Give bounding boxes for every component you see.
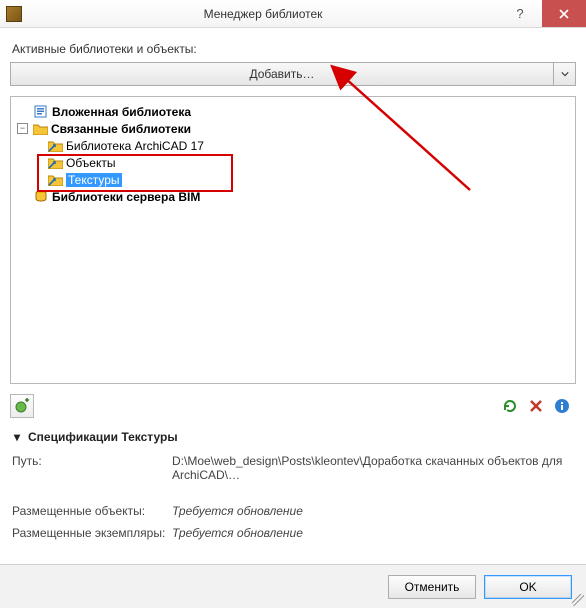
tree-item-textures[interactable]: Текстуры — [17, 171, 569, 188]
tree-label-selected: Текстуры — [66, 173, 122, 187]
info-icon — [554, 398, 570, 414]
help-button[interactable]: ? — [498, 0, 542, 27]
placed-instances-label: Размещенные экземпляры: — [12, 526, 172, 540]
window-buttons: ? — [498, 0, 586, 27]
tree-label: Библиотека ArchiCAD 17 — [66, 139, 204, 153]
app-icon — [6, 6, 22, 22]
placed-instances-value: Требуется обновление — [172, 526, 574, 540]
tree-item-objects[interactable]: Объекты — [17, 154, 569, 171]
active-libraries-label: Активные библиотеки и объекты: — [12, 42, 576, 56]
dialog-footer: Отменить OK — [0, 564, 586, 608]
add-button[interactable]: Добавить… — [10, 62, 554, 86]
collapse-toggle[interactable]: − — [17, 123, 28, 134]
cancel-button[interactable]: Отменить — [388, 575, 476, 599]
path-value: D:\Moe\web_design\Posts\kleontev\Доработ… — [172, 454, 574, 482]
add-bar: Добавить… — [10, 62, 576, 86]
delete-icon — [528, 398, 544, 414]
placed-objects-label: Размещенные объекты: — [12, 504, 172, 518]
refresh-button[interactable] — [498, 394, 522, 418]
close-button[interactable] — [542, 0, 586, 27]
placed-objects-value: Требуется обновление — [172, 504, 574, 518]
placed-objects-row: Размещенные объекты: Требуется обновлени… — [12, 504, 574, 518]
folder-link-icon — [47, 139, 63, 153]
folder-icon — [32, 122, 48, 136]
ok-button[interactable]: OK — [484, 575, 572, 599]
tree-item-embedded[interactable]: Вложенная библиотека — [17, 103, 569, 120]
server-icon — [33, 190, 49, 204]
folder-link-icon — [47, 173, 63, 187]
close-icon — [559, 9, 569, 19]
tree-item-archicad17[interactable]: Библиотека ArchiCAD 17 — [17, 137, 569, 154]
content-area: Активные библиотеки и объекты: Добавить…… — [0, 28, 586, 540]
info-button[interactable] — [550, 394, 574, 418]
tree-item-linked[interactable]: − Связанные библиотеки — [17, 120, 569, 137]
tree-toolbar — [10, 394, 576, 418]
add-dropdown[interactable] — [554, 62, 576, 86]
folder-link-icon — [47, 156, 63, 170]
tree-label: Объекты — [66, 156, 116, 170]
titlebar: Менеджер библиотек ? — [0, 0, 586, 28]
spec-title: Спецификации Текстуры — [28, 430, 178, 444]
tree-label: Связанные библиотеки — [51, 122, 191, 136]
path-label: Путь: — [12, 454, 172, 482]
add-library-button[interactable] — [10, 394, 34, 418]
tree-item-bim[interactable]: Библиотеки сервера BIM — [17, 188, 569, 205]
chevron-down-icon: ▾ — [10, 430, 24, 444]
refresh-icon — [502, 398, 518, 414]
library-tree[interactable]: Вложенная библиотека − Связанные библиот… — [10, 96, 576, 384]
path-row: Путь: D:\Moe\web_design\Posts\kleontev\Д… — [12, 454, 574, 482]
window-title: Менеджер библиотек — [28, 7, 498, 21]
tree-label: Вложенная библиотека — [52, 105, 191, 119]
spec-details: Путь: D:\Moe\web_design\Posts\kleontev\Д… — [12, 454, 574, 540]
doc-icon — [33, 105, 49, 119]
resize-grip[interactable] — [572, 594, 584, 606]
spec-header[interactable]: ▾ Спецификации Текстуры — [10, 430, 576, 444]
remove-button[interactable] — [524, 394, 548, 418]
placed-instances-row: Размещенные экземпляры: Требуется обновл… — [12, 526, 574, 540]
plus-globe-icon — [14, 398, 30, 414]
chevron-down-icon — [561, 70, 569, 78]
tree-label: Библиотеки сервера BIM — [52, 190, 200, 204]
